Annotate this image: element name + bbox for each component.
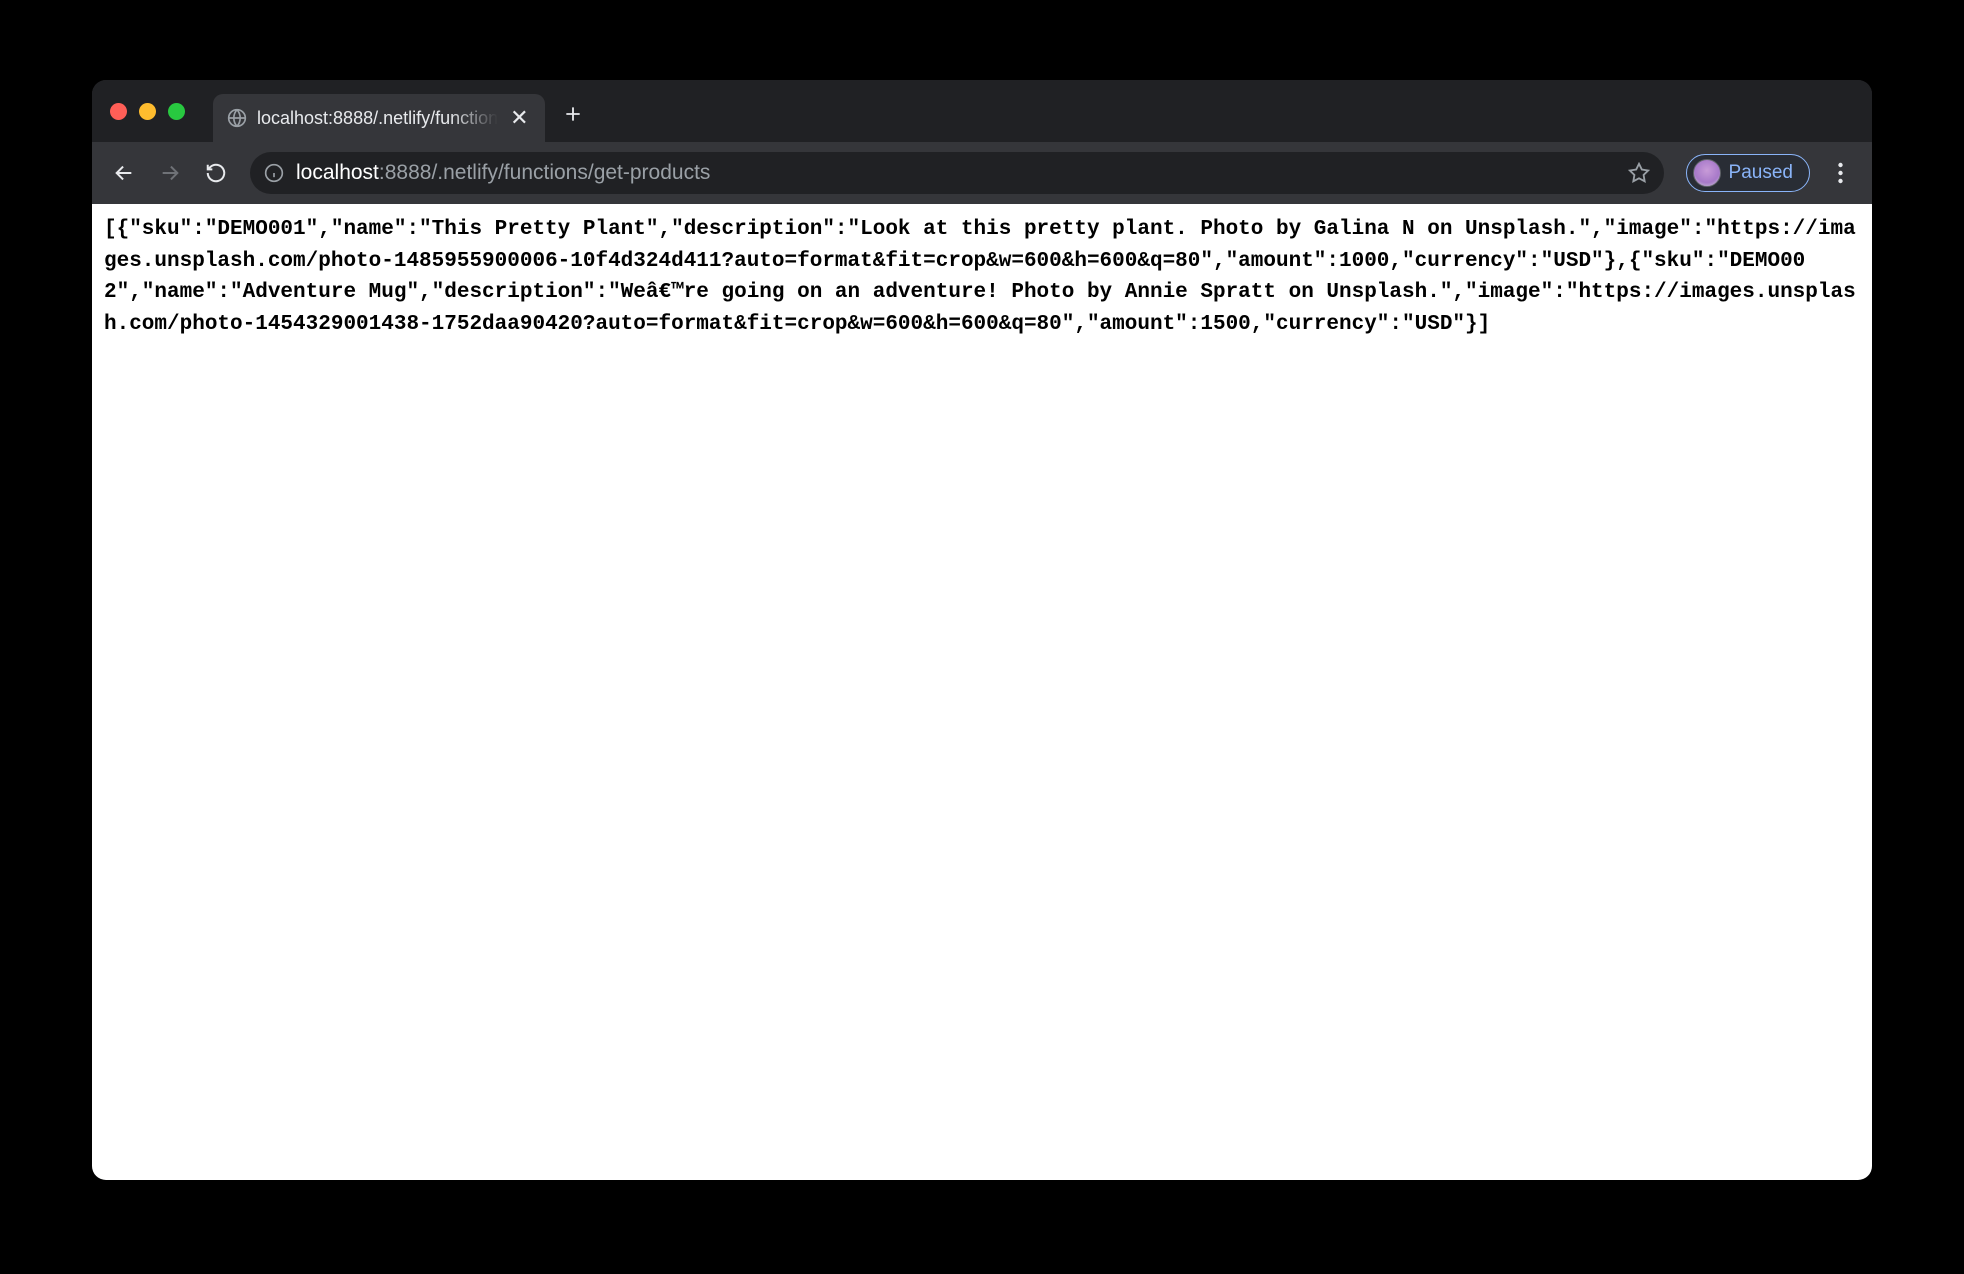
toolbar: localhost:8888/.netlify/functions/get-pr…	[92, 142, 1872, 204]
page-viewport[interactable]: [{"sku":"DEMO001","name":"This Pretty Pl…	[92, 204, 1872, 1180]
address-bar[interactable]: localhost:8888/.netlify/functions/get-pr…	[250, 152, 1664, 194]
new-tab-button[interactable]	[545, 94, 601, 142]
window-controls	[110, 80, 213, 142]
url-host: localhost	[296, 161, 379, 184]
overflow-menu-button[interactable]	[1820, 153, 1860, 193]
globe-icon	[227, 108, 247, 128]
site-info-icon[interactable]	[264, 163, 284, 183]
forward-button[interactable]	[150, 153, 190, 193]
browser-window: localhost:8888/.netlify/function ✕	[92, 80, 1872, 1180]
close-window-button[interactable]	[110, 103, 127, 120]
tab-title: localhost:8888/.netlify/function	[257, 108, 498, 129]
profile-status-label: Paused	[1729, 162, 1793, 184]
browser-tab[interactable]: localhost:8888/.netlify/function ✕	[213, 94, 545, 142]
tab-strip: localhost:8888/.netlify/function ✕	[92, 80, 1872, 142]
url-text: localhost:8888/.netlify/functions/get-pr…	[296, 161, 1616, 185]
avatar-icon	[1693, 159, 1721, 187]
close-tab-icon[interactable]: ✕	[508, 105, 530, 131]
minimize-window-button[interactable]	[139, 103, 156, 120]
response-body: [{"sku":"DEMO001","name":"This Pretty Pl…	[104, 214, 1860, 340]
reload-button[interactable]	[196, 153, 236, 193]
back-button[interactable]	[104, 153, 144, 193]
bookmark-star-icon[interactable]	[1628, 162, 1650, 184]
maximize-window-button[interactable]	[168, 103, 185, 120]
url-rest: :8888/.netlify/functions/get-products	[379, 161, 711, 184]
profile-chip[interactable]: Paused	[1686, 154, 1810, 192]
